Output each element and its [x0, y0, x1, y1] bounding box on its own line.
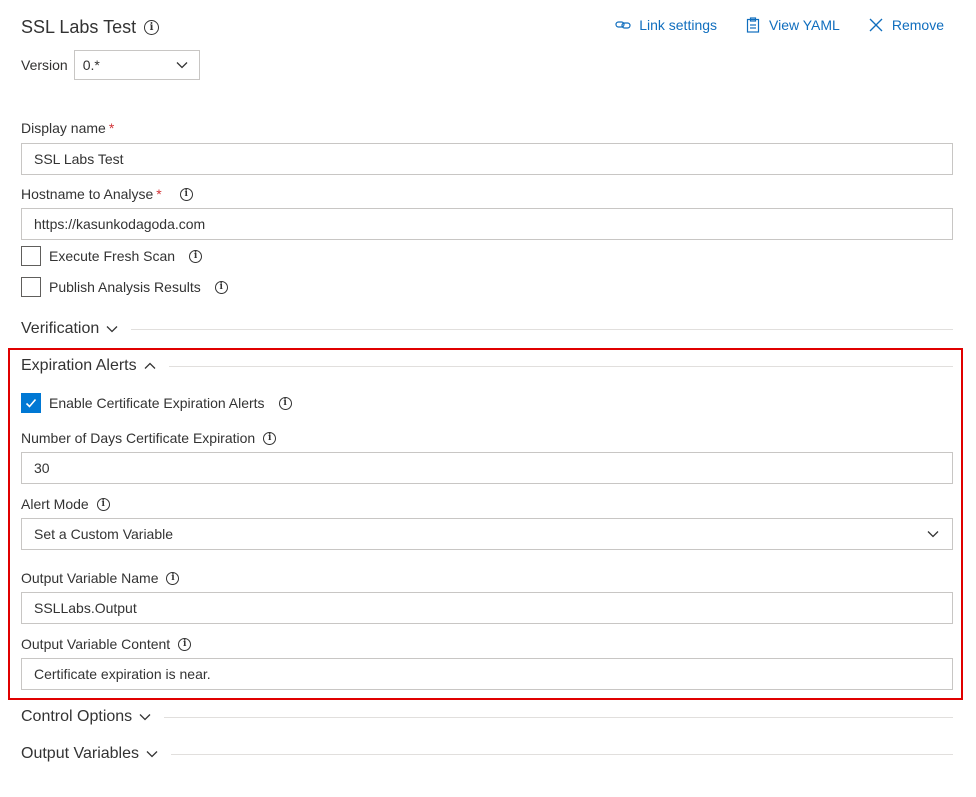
- section-expiration-alerts-title: Expiration Alerts: [21, 357, 137, 374]
- section-verification-title: Verification: [21, 320, 100, 337]
- checkmark-icon: [25, 398, 37, 408]
- top-actions: Link settings View YAML Remove: [615, 17, 944, 33]
- chevron-down-icon: [146, 751, 158, 758]
- section-divider: [168, 365, 953, 367]
- task-editor-page: SSL Labs Test i Link settings View YAML: [0, 0, 976, 797]
- display-name-label: Display name *: [21, 120, 114, 136]
- output-var-name-value: SSLLabs.Output: [34, 600, 137, 616]
- fresh-scan-label: Execute Fresh Scan: [49, 248, 176, 264]
- display-name-value: SSL Labs Test: [34, 151, 124, 167]
- publish-results-row: Publish Analysis Results i: [21, 277, 228, 297]
- section-output-variables-title: Output Variables: [21, 745, 139, 762]
- info-icon[interactable]: i: [178, 637, 192, 651]
- task-title-text: SSL Labs Test: [21, 17, 137, 37]
- publish-results-label: Publish Analysis Results: [49, 279, 201, 295]
- section-output-variables[interactable]: Output Variables: [21, 745, 953, 763]
- display-name-label-text: Display name: [21, 120, 106, 136]
- link-settings-button[interactable]: Link settings: [615, 17, 717, 33]
- output-var-name-input[interactable]: SSLLabs.Output: [21, 592, 953, 624]
- output-var-content-input[interactable]: Certificate expiration is near.: [21, 658, 953, 690]
- display-name-input[interactable]: SSL Labs Test: [21, 143, 953, 175]
- enable-alerts-row: Enable Certificate Expiration Alerts i: [21, 393, 292, 413]
- alert-mode-label-text: Alert Mode: [21, 496, 89, 512]
- output-var-name-label: Output Variable Name i: [21, 570, 180, 586]
- view-yaml-label: View YAML: [769, 17, 840, 33]
- hostname-label-text: Hostname to Analyse: [21, 186, 154, 202]
- remove-label: Remove: [891, 17, 944, 33]
- section-divider: [164, 716, 953, 718]
- alert-mode-label: Alert Mode i: [21, 496, 110, 512]
- section-divider: [131, 328, 953, 330]
- section-expiration-alerts[interactable]: Expiration Alerts: [21, 357, 953, 375]
- chevron-down-icon: [176, 62, 188, 69]
- info-icon[interactable]: i: [144, 20, 160, 35]
- output-var-name-label-text: Output Variable Name: [21, 570, 159, 586]
- link-settings-label: Link settings: [639, 17, 718, 33]
- clipboard-icon: [746, 17, 760, 33]
- info-icon[interactable]: i: [263, 431, 277, 445]
- section-divider: [171, 753, 953, 755]
- output-var-content-label: Output Variable Content i: [21, 636, 192, 652]
- enable-alerts-label: Enable Certificate Expiration Alerts: [49, 395, 265, 411]
- chevron-down-icon: [106, 326, 118, 333]
- section-verification[interactable]: Verification: [21, 320, 953, 338]
- info-icon[interactable]: i: [278, 396, 292, 410]
- info-icon[interactable]: i: [166, 571, 180, 585]
- fresh-scan-row: Execute Fresh Scan i: [21, 246, 203, 266]
- close-icon: [869, 18, 883, 32]
- output-var-content-label-text: Output Variable Content: [21, 636, 171, 652]
- hostname-label: Hostname to Analyse * i: [21, 186, 193, 202]
- required-marker: *: [156, 186, 162, 202]
- days-label: Number of Days Certificate Expiration i: [21, 430, 277, 446]
- chevron-down-icon: [139, 714, 151, 721]
- fresh-scan-checkbox[interactable]: [21, 246, 41, 266]
- hostname-input[interactable]: https://kasunkodagoda.com: [21, 208, 953, 240]
- enable-alerts-checkbox[interactable]: [21, 393, 41, 413]
- days-input[interactable]: 30: [21, 452, 953, 484]
- info-icon[interactable]: i: [189, 249, 203, 263]
- remove-button[interactable]: Remove: [868, 17, 944, 33]
- section-control-options[interactable]: Control Options: [21, 708, 953, 726]
- info-icon[interactable]: i: [214, 280, 228, 294]
- alert-mode-select[interactable]: Set a Custom Variable: [21, 518, 953, 550]
- chevron-up-icon: [144, 362, 156, 369]
- days-label-text: Number of Days Certificate Expiration: [21, 430, 256, 446]
- chevron-down-icon: [927, 531, 939, 538]
- section-control-options-title: Control Options: [21, 708, 133, 725]
- view-yaml-button[interactable]: View YAML: [745, 17, 840, 33]
- task-title: SSL Labs Test i: [21, 17, 160, 38]
- required-marker: *: [108, 120, 115, 136]
- publish-results-checkbox[interactable]: [21, 277, 41, 297]
- version-value: 0.*: [82, 57, 100, 73]
- info-icon[interactable]: i: [179, 187, 193, 201]
- days-value: 30: [34, 460, 50, 476]
- version-select[interactable]: 0.*: [73, 50, 200, 80]
- version-row: Version 0.*: [21, 50, 200, 80]
- version-label: Version: [21, 57, 68, 73]
- output-var-content-value: Certificate expiration is near.: [34, 666, 211, 682]
- link-icon: [615, 21, 631, 29]
- alert-mode-value: Set a Custom Variable: [34, 526, 174, 542]
- hostname-value: https://kasunkodagoda.com: [34, 216, 206, 232]
- info-icon[interactable]: i: [96, 497, 110, 511]
